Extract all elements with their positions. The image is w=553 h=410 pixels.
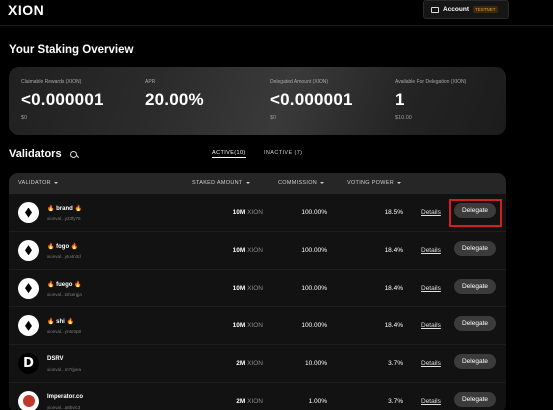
voting-power-value: 18.4%: [384, 322, 403, 330]
validator-avatar: [18, 315, 39, 337]
column-staked-amount[interactable]: STAKED AMOUNT: [192, 180, 250, 186]
tab-inactive[interactable]: INACTIVE (7): [264, 150, 302, 156]
stat-value: 20.00%: [145, 90, 204, 109]
delegate-button[interactable]: Delegate: [454, 203, 496, 218]
delegate-button[interactable]: Delegate: [454, 240, 496, 256]
validator-avatar: [18, 277, 39, 299]
chevron-down-icon: [245, 181, 250, 184]
table-row[interactable]: DSRV xionval...m7rjpea 2M XION 10.00% 3.…: [9, 345, 506, 383]
account-button[interactable]: Account TESTNET: [423, 0, 509, 19]
stat-sub: $0: [21, 115, 28, 121]
stat-value: 1: [395, 90, 405, 109]
stat-label: Delegated Amount (XION): [270, 79, 329, 85]
validator-name: 🔥 shi 🔥: [47, 319, 74, 326]
details-link[interactable]: Details: [421, 209, 441, 216]
validators-header: Validators: [9, 148, 77, 160]
voting-power-value: 18.4%: [384, 246, 403, 254]
details-link[interactable]: Details: [421, 322, 441, 329]
stat-available-delegation: Available For Delegation (XION) 1 $10.00: [395, 79, 466, 121]
commission-value: 10.00%: [304, 360, 327, 368]
validator-name: DSRV: [47, 356, 64, 363]
delegate-button[interactable]: Delegate: [454, 278, 496, 294]
staked-amount: 10M XION: [232, 284, 263, 292]
validator-name: 🔥 brand 🔥: [47, 206, 82, 212]
overview-title: Your Staking Overview: [9, 44, 134, 56]
staking-overview-card: Claimable Rewards (XION) <0.000001 $0 AP…: [9, 67, 506, 135]
account-label: Account: [443, 6, 469, 13]
staked-amount: 2M XION: [236, 360, 263, 368]
validator-name: 🔥 fuego 🔥: [47, 281, 82, 288]
validator-avatar: [18, 239, 39, 261]
chevron-down-icon: [320, 181, 325, 184]
stat-label: Available For Delegation (XION): [395, 79, 467, 85]
search-icon[interactable]: [69, 150, 77, 158]
stat-claimable-rewards: Claimable Rewards (XION) <0.000001 $0: [21, 79, 104, 121]
staked-amount: 10M XION: [232, 246, 263, 254]
validator-avatar: [18, 202, 39, 223]
top-bar: XION Account TESTNET: [0, 0, 553, 26]
validator-avatar: [18, 353, 39, 375]
commission-value: 100.00%: [301, 246, 327, 254]
stat-value: <0.000001: [21, 90, 104, 109]
stat-value: <0.000001: [270, 90, 353, 109]
staked-amount: 2M XION: [236, 397, 263, 405]
delegate-button[interactable]: Delegate: [454, 391, 496, 407]
column-voting-power[interactable]: VOTING POWER: [347, 180, 401, 186]
stat-sub: $0: [270, 115, 277, 121]
xion-logo[interactable]: XION: [8, 2, 44, 18]
validator-address: xionval...yn6r3p8: [47, 329, 82, 335]
wallet-icon: [431, 6, 439, 13]
chevron-down-icon: [53, 181, 58, 184]
stat-label: Claimable Rewards (XION): [21, 79, 82, 85]
validator-address: xionval...a8bvlc3: [47, 404, 81, 410]
voting-power-value: 18.4%: [384, 284, 403, 292]
stat-apr: APR 20.00%: [145, 79, 204, 110]
delegate-button[interactable]: Delegate: [454, 316, 496, 332]
table-row[interactable]: 🔥 shi 🔥 xionval...yn6r3p8 10M XION 100.0…: [9, 307, 506, 346]
delegate-button[interactable]: Delegate: [454, 354, 496, 370]
table-row[interactable]: 🔥 fogo 🔥 xionval...ytu4n3d 10M XION 100.…: [9, 232, 506, 270]
voting-power-value: 3.7%: [388, 397, 403, 405]
validators-title: Validators: [9, 148, 62, 160]
table-row[interactable]: 🔥 brand 🔥 xionval...y23fy75 10M XION 100…: [9, 194, 506, 232]
stat-sub: $10.00: [395, 115, 412, 121]
commission-value: 100.00%: [301, 322, 327, 330]
commission-value: 1.00%: [308, 397, 327, 405]
validator-address: xionval...y23fy75: [47, 216, 81, 221]
validator-address: xionval...m7rjpea: [47, 367, 82, 373]
table-header: VALIDATOR STAKED AMOUNT COMMISSION VOTIN…: [9, 173, 506, 194]
validator-name: 🔥 fogo 🔥: [47, 243, 79, 250]
network-badge: TESTNET: [473, 6, 498, 13]
table-row[interactable]: Imperator.co xionval...a8bvlc3 2M XION 1…: [9, 383, 506, 410]
stat-delegated-amount: Delegated Amount (XION) <0.000001 $0: [270, 79, 353, 121]
stat-label: APR: [145, 79, 156, 85]
validator-avatar: [18, 390, 39, 410]
voting-power-value: 3.7%: [388, 360, 403, 368]
details-link[interactable]: Details: [421, 285, 441, 292]
table-row[interactable]: 🔥 fuego 🔥 xionval...tsfxergja 10M XION 1…: [9, 270, 506, 308]
chevron-down-icon: [397, 181, 401, 184]
voting-power-value: 18.5%: [384, 209, 403, 216]
staked-amount: 10M XION: [232, 322, 263, 330]
details-link[interactable]: Details: [421, 398, 441, 405]
validator-name: Imperator.co: [47, 393, 84, 400]
tab-active[interactable]: ACTIVE(10): [212, 150, 246, 158]
column-commission[interactable]: COMMISSION: [278, 180, 325, 186]
commission-value: 100.00%: [301, 209, 327, 216]
details-link[interactable]: Details: [421, 247, 441, 254]
validators-table: VALIDATOR STAKED AMOUNT COMMISSION VOTIN…: [9, 173, 506, 410]
staked-amount: 10M XION: [232, 209, 263, 216]
column-validator[interactable]: VALIDATOR: [18, 180, 58, 186]
details-link[interactable]: Details: [421, 360, 441, 367]
validator-address: xionval...tsfxergja: [47, 291, 82, 297]
validator-address: xionval...ytu4n3d: [47, 253, 81, 259]
commission-value: 100.00%: [301, 284, 327, 292]
